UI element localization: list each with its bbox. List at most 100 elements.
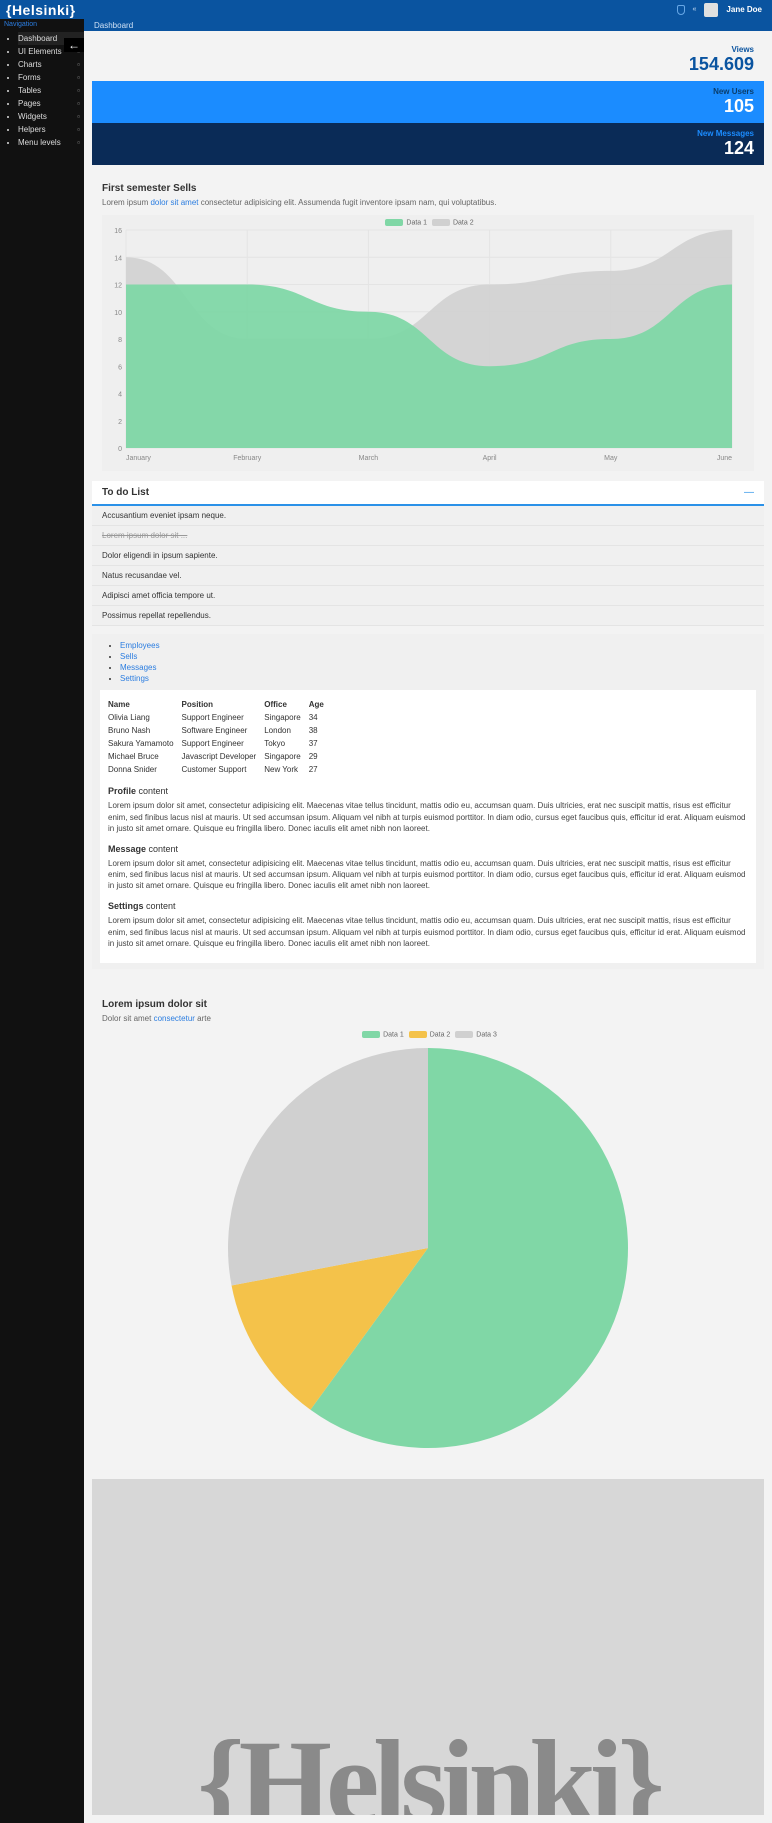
collapse-sidebar-button[interactable]: ←	[64, 38, 84, 52]
expand-icon: ▫	[77, 73, 80, 82]
todo-item[interactable]: Natus recusandae vel.	[92, 566, 764, 586]
tab-link[interactable]: Employees	[120, 641, 160, 650]
todo-item[interactable]: Possimus repellat repellendus.	[92, 606, 764, 626]
expand-icon: ▫	[77, 86, 80, 95]
expand-icon: ▫	[77, 125, 80, 134]
section-heading: Message content	[108, 844, 748, 854]
sells-sub-link[interactable]: dolor sit amet	[150, 198, 198, 207]
todo-item[interactable]: Accusantium eveniet ipsam neque.	[92, 506, 764, 526]
main: Dashboard Views154.609New Users105New Me…	[84, 19, 772, 1823]
table-header: Office	[264, 698, 308, 711]
sidebar-item[interactable]: Tables▫	[18, 84, 84, 97]
svg-text:12: 12	[114, 283, 122, 290]
area-chart-svg: 0246810121416JanuaryFebruaryMarchAprilMa…	[104, 226, 734, 466]
tab-links: Employees Sells Messages Settings	[100, 640, 756, 684]
legend-label: Data 2	[430, 1031, 451, 1038]
sells-subtitle: Lorem ipsum dolor sit amet consectetur a…	[92, 198, 764, 215]
tab-link[interactable]: Messages	[120, 663, 156, 672]
legend-swatch-grey	[432, 219, 450, 226]
topbar: {Helsinki} « Jane Doe	[0, 0, 772, 19]
svg-text:10: 10	[114, 310, 122, 317]
stat-value: 105	[102, 96, 754, 117]
pie-chart-svg	[218, 1038, 638, 1458]
hero-placeholder: {Helsinki}	[92, 1479, 764, 1815]
bell-icon[interactable]	[677, 5, 685, 15]
todo-item[interactable]: Lorem ipsum dolor sit ...	[92, 526, 764, 546]
breadcrumb: Dashboard	[84, 19, 772, 31]
sidebar-item[interactable]: Forms▫	[18, 71, 84, 84]
stat-value: 124	[102, 138, 754, 159]
pie-chart: Data 1 Data 2 Data 3	[92, 1031, 764, 1461]
expand-icon: ▫	[77, 99, 80, 108]
section-body: Lorem ipsum dolor sit amet, consectetur …	[108, 858, 748, 892]
expand-icon: ▫	[77, 60, 80, 69]
svg-text:June: June	[717, 455, 732, 462]
stat-label: New Messages	[102, 129, 754, 138]
pie-legend: Data 1 Data 2 Data 3	[92, 1031, 764, 1038]
pie-panel: Lorem ipsum dolor sit Dolor sit amet con…	[92, 989, 764, 1461]
sidebar-item[interactable]: Pages▫	[18, 97, 84, 110]
table-row: Sakura YamamotoSupport EngineerTokyo37	[108, 737, 332, 750]
brand-logo[interactable]: {Helsinki}	[0, 2, 76, 18]
nav-section-label: Navigation	[0, 19, 84, 30]
todo-item[interactable]: Dolor eligendi in ipsum sapiente.	[92, 546, 764, 566]
employees-table: NamePositionOfficeAgeOlivia LiangSupport…	[108, 698, 332, 776]
area-chart: Data 1 Data 2 0246810121416JanuaryFebrua…	[102, 215, 754, 471]
legend-label: Data 1	[406, 219, 427, 226]
svg-text:0: 0	[118, 446, 122, 453]
stat-value: 154.609	[102, 54, 754, 75]
minimize-icon[interactable]: —	[744, 487, 754, 498]
section-heading: Settings content	[108, 901, 748, 911]
sidebar-item[interactable]: Helpers▫	[18, 123, 84, 136]
sells-panel: First semester Sells Lorem ipsum dolor s…	[92, 173, 764, 471]
user-name: Jane Doe	[726, 5, 762, 14]
svg-text:8: 8	[118, 337, 122, 344]
sells-sub-pre: Lorem ipsum	[102, 198, 150, 207]
hero-logo-text: {Helsinki}	[92, 1713, 764, 1815]
stat-tile: Views154.609	[92, 39, 764, 81]
sidebar-item[interactable]: Widgets▫	[18, 110, 84, 123]
legend-swatch-yellow	[409, 1031, 427, 1038]
svg-text:May: May	[604, 455, 618, 462]
legend-label: Data 2	[453, 219, 474, 226]
sidebar: ← Navigation DashboardUI Elements▫Charts…	[0, 19, 84, 1823]
legend-swatch-green	[362, 1031, 380, 1038]
pie-sub-link[interactable]: consectetur	[154, 1014, 195, 1023]
stat-label: Views	[102, 45, 754, 54]
sidebar-item[interactable]: Charts▫	[18, 58, 84, 71]
stat-tile: New Users105	[92, 81, 764, 123]
section-heading: Profile content	[108, 786, 748, 796]
avatar[interactable]	[704, 3, 718, 17]
tab-content: NamePositionOfficeAgeOlivia LiangSupport…	[100, 690, 756, 963]
legend-swatch-green	[385, 219, 403, 226]
sells-title: First semester Sells	[92, 173, 764, 198]
sidebar-item[interactable]: Menu levels▫	[18, 136, 84, 149]
pie-sub-post: arte	[195, 1014, 211, 1023]
svg-text:4: 4	[118, 392, 122, 399]
table-row: Michael BruceJavascript DeveloperSingapo…	[108, 750, 332, 763]
svg-text:April: April	[483, 455, 497, 462]
legend-label: Data 3	[476, 1031, 497, 1038]
section-body: Lorem ipsum dolor sit amet, consectetur …	[108, 915, 748, 949]
stat-tile: New Messages124	[92, 123, 764, 165]
tab-link[interactable]: Sells	[120, 652, 137, 661]
stat-label: New Users	[102, 87, 754, 96]
caret-icon[interactable]: «	[693, 6, 697, 13]
pie-sub-pre: Dolor sit amet	[102, 1014, 154, 1023]
user-block[interactable]: Jane Doe	[726, 6, 762, 14]
svg-text:February: February	[233, 455, 262, 462]
stats-block: Views154.609New Users105New Messages124	[92, 39, 764, 165]
svg-text:16: 16	[114, 228, 122, 235]
tab-link[interactable]: Settings	[120, 674, 149, 683]
todo-panel: To do List — Accusantium eveniet ipsam n…	[92, 481, 764, 626]
pie-title: Lorem ipsum dolor sit	[92, 989, 764, 1014]
todo-title: To do List	[102, 487, 149, 498]
todo-item[interactable]: Adipisci amet officia tempore ut.	[92, 586, 764, 606]
expand-icon: ▫	[77, 138, 80, 147]
todo-header: To do List —	[92, 481, 764, 506]
svg-text:January: January	[126, 455, 151, 462]
table-header: Age	[309, 698, 332, 711]
table-row: Donna SniderCustomer SupportNew York27	[108, 763, 332, 776]
svg-text:14: 14	[114, 256, 122, 263]
table-header: Name	[108, 698, 182, 711]
